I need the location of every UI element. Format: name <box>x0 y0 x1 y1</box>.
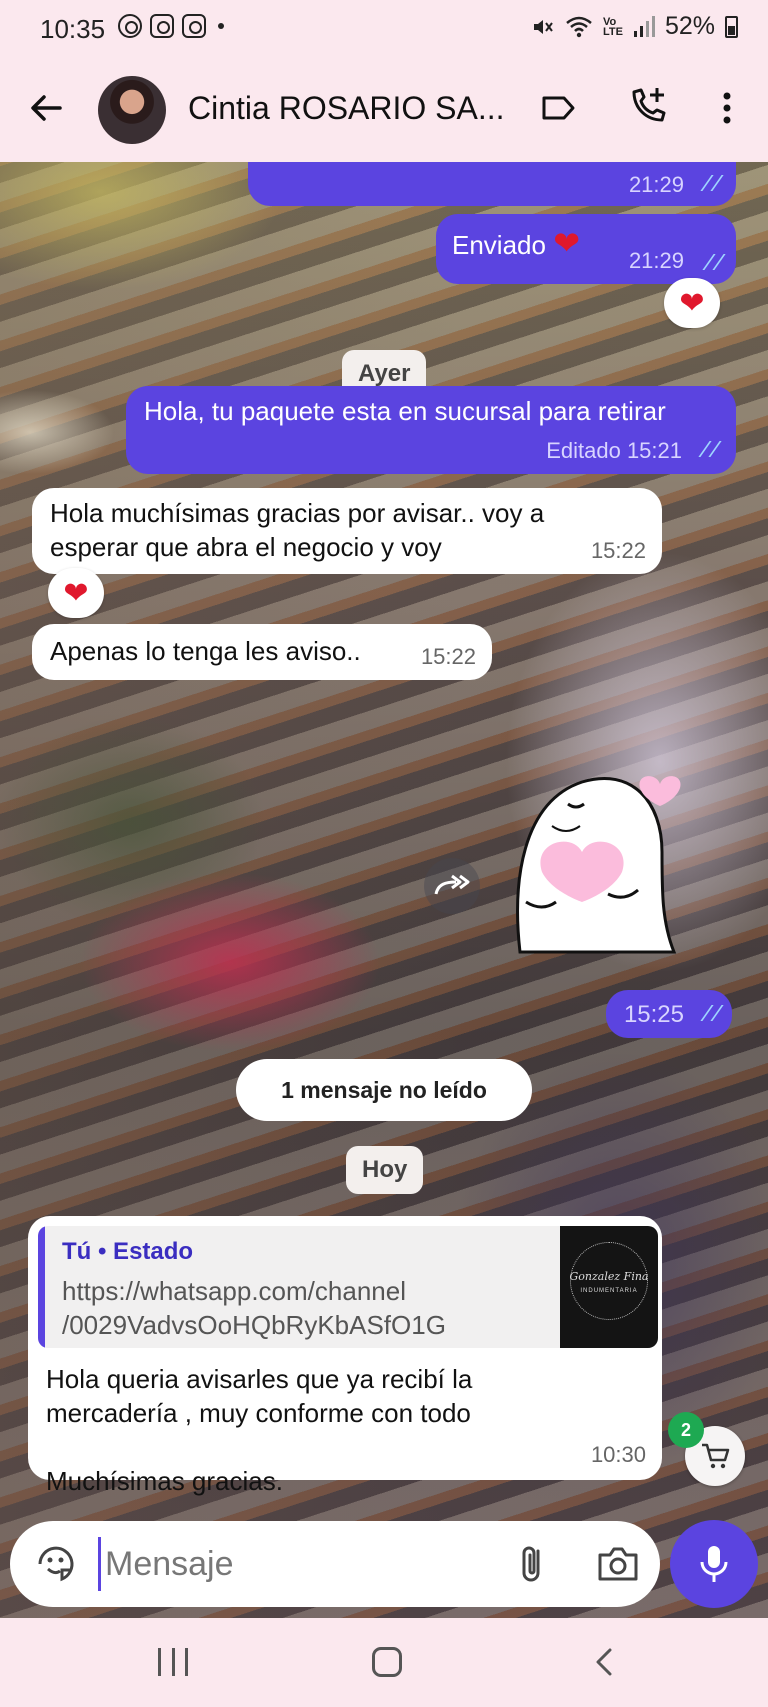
message-text-line: esperar que abra el negocio y voy <box>50 532 442 562</box>
battery-icon <box>725 15 738 38</box>
reaction-heart[interactable]: ❤ <box>48 568 104 618</box>
message-text-line: Hola queria avisarles que ya recibí la <box>46 1364 473 1394</box>
thumbnail-logo-caption: INDUMENTARIA <box>580 1288 638 1294</box>
read-receipt-icon <box>690 1007 720 1023</box>
message-outgoing[interactable]: Enviado ❤ 21:29 <box>436 214 736 284</box>
quote-author: Tú • Estado <box>62 1238 194 1265</box>
battery-percent: 52% <box>664 12 715 40</box>
status-time: 10:35 <box>40 14 106 44</box>
message-text-line: Hola muchísimas gracias por avisar.. voy… <box>50 498 545 528</box>
message-time: 15:22 <box>590 538 646 563</box>
back-arrow-icon[interactable] <box>26 88 66 128</box>
message-text-line: Muchísimas gracias. <box>46 1466 283 1496</box>
sticker-image[interactable] <box>512 762 712 954</box>
chat-header: Cintia ROSARIO SA... <box>0 58 768 162</box>
message-text: Apenas lo tenga les aviso.. <box>50 636 361 666</box>
camera-icon[interactable] <box>596 1543 640 1585</box>
quote-link: https://whatsapp.com/channel /0029VadvsO… <box>62 1276 446 1340</box>
message-time: 21:29 <box>628 172 684 197</box>
message-time: 15:25 <box>623 1001 684 1028</box>
home-button[interactable] <box>372 1647 402 1677</box>
signal-icon <box>633 15 655 37</box>
contact-name[interactable]: Cintia ROSARIO SA... <box>188 90 505 127</box>
message-time: 21:29 <box>628 248 684 273</box>
thumbnail-logo-script: Gonzalez Fina <box>569 1270 649 1283</box>
label-icon[interactable] <box>540 90 576 126</box>
system-nav-bar <box>0 1618 768 1707</box>
reaction-heart[interactable]: ❤ <box>664 278 720 328</box>
composer <box>10 1521 660 1607</box>
message-outgoing[interactable]: Hola, tu paquete esta en sucursal para r… <box>126 386 736 474</box>
system-icons: Vo LTE 52% <box>531 12 738 41</box>
message-input[interactable] <box>98 1537 498 1591</box>
message-text: Hola, tu paquete esta en sucursal para r… <box>144 396 666 426</box>
message-incoming[interactable]: Apenas lo tenga les aviso.. 15:22 <box>32 624 492 680</box>
quote-thumbnail: Gonzalez Fina INDUMENTARIA <box>560 1226 658 1348</box>
instagram-icon <box>182 14 206 38</box>
cart-icon <box>702 1443 730 1469</box>
wifi-icon <box>566 16 592 37</box>
read-receipt-icon <box>688 443 718 459</box>
microphone-icon <box>700 1546 728 1582</box>
message-text: Enviado <box>452 230 546 260</box>
sticker-emoji-icon[interactable] <box>34 1542 78 1586</box>
chat-area[interactable]: 21:29 Enviado ❤ 21:29 ❤ Ayer Hola, tu pa… <box>0 162 768 1618</box>
read-receipt-icon <box>692 256 722 272</box>
message-text-line: mercadería , muy conforme con todo <box>46 1398 471 1428</box>
read-receipt-icon <box>690 177 720 193</box>
recents-button[interactable] <box>158 1648 188 1676</box>
message-time: 10:30 <box>590 1442 646 1467</box>
heart-emoji: ❤ <box>553 225 581 261</box>
quote-accent-bar <box>38 1226 45 1348</box>
forward-icon <box>434 874 470 895</box>
message-time: 15:22 <box>420 644 476 669</box>
unread-messages-chip: 1 mensaje no leído <box>236 1059 532 1121</box>
message-outgoing[interactable]: 21:29 <box>248 162 736 206</box>
sticker-time-bubble: 15:25 <box>606 990 732 1038</box>
cart-badge: 2 <box>668 1412 704 1448</box>
notification-icons <box>118 14 224 38</box>
edited-label: Editado 15:21 <box>546 438 682 463</box>
mic-button[interactable] <box>670 1520 758 1608</box>
mute-icon <box>533 19 553 34</box>
contact-avatar[interactable] <box>98 76 166 144</box>
instagram-icon <box>150 14 174 38</box>
paperclip-icon[interactable] <box>512 1541 552 1587</box>
more-notifications-dot <box>218 23 224 29</box>
quoted-status[interactable]: Tú • Estado https://whatsapp.com/channel… <box>38 1226 658 1348</box>
nav-back-icon[interactable] <box>592 1646 616 1678</box>
date-separator: Hoy <box>346 1146 424 1194</box>
add-call-icon[interactable] <box>628 84 668 128</box>
pinterest-icon <box>118 14 142 38</box>
forward-button[interactable] <box>424 858 480 914</box>
volte-icon: Vo LTE <box>602 15 623 38</box>
status-bar: 10:35 Vo LTE 52% <box>0 0 768 58</box>
more-vert-icon[interactable] <box>712 88 742 128</box>
message-incoming[interactable]: Hola muchísimas gracias por avisar.. voy… <box>32 488 662 574</box>
